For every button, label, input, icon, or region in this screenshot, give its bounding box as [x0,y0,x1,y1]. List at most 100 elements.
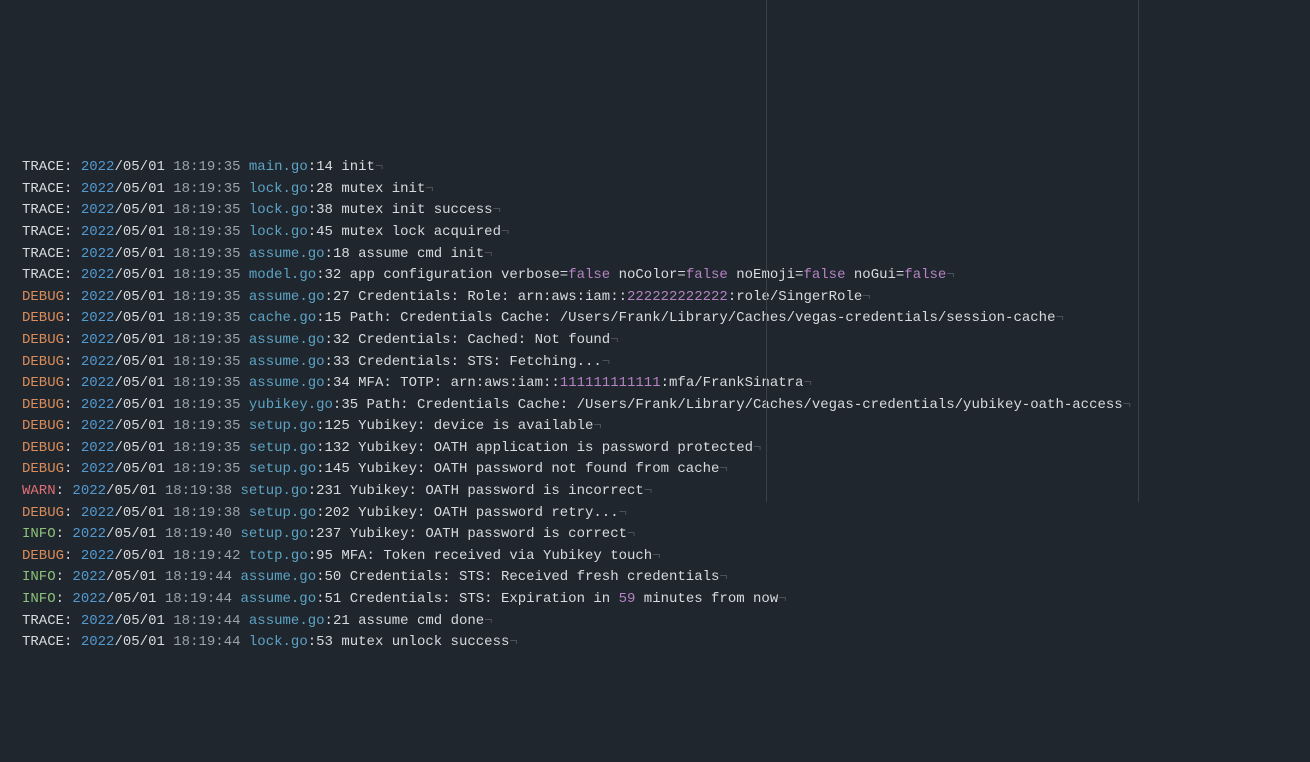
eol-icon: ¬ [619,505,627,521]
log-time: 18:19:35 [173,289,240,305]
eol-icon: ¬ [644,483,652,499]
log-file: assume.go [249,354,325,370]
log-level: TRACE [22,159,64,175]
log-level: TRACE [22,634,64,650]
log-lineno: 51 [325,591,342,607]
log-line: TRACE: 2022/05/01 18:19:35 lock.go:45 mu… [22,222,1310,244]
log-day: 01 [148,548,165,564]
log-lineno: 53 [316,634,333,650]
log-msg: false [568,267,610,283]
log-level: TRACE [22,267,64,283]
log-msg: assume cmd init [358,246,484,262]
log-line: DEBUG: 2022/05/01 18:19:42 totp.go:95 MF… [22,546,1310,568]
log-line: WARN: 2022/05/01 18:19:38 setup.go:231 Y… [22,481,1310,503]
log-level: DEBUG [22,332,64,348]
log-month: 05 [114,526,131,542]
log-msg: Yubikey: OATH password not found from ca… [358,461,719,477]
log-msg: :mfa/FrankSinatra [661,375,804,391]
log-output: TRACE: 2022/05/01 18:19:35 main.go:14 in… [22,157,1310,654]
log-month: 05 [123,332,140,348]
log-level: INFO [22,591,56,607]
eol-icon: ¬ [778,591,786,607]
eol-icon: ¬ [593,418,601,434]
log-level: DEBUG [22,440,64,456]
log-level: INFO [22,569,56,585]
log-month: 05 [123,461,140,477]
log-msg: Credentials: STS: Fetching... [358,354,602,370]
eol-icon: ¬ [946,267,954,283]
log-time: 18:19:44 [165,591,232,607]
log-year: 2022 [81,246,115,262]
log-msg: assume cmd done [358,613,484,629]
log-time: 18:19:35 [173,246,240,262]
log-time: 18:19:44 [165,569,232,585]
log-day: 01 [148,224,165,240]
log-year: 2022 [81,548,115,564]
log-msg: MFA: Token received via Yubikey touch [341,548,652,564]
log-file: setup.go [249,505,316,521]
log-file: setup.go [249,440,316,456]
log-msg: Credentials: Role: arn:aws:iam:: [358,289,627,305]
eol-icon: ¬ [1123,397,1131,413]
log-file: assume.go [241,569,317,585]
log-line: INFO: 2022/05/01 18:19:44 assume.go:51 C… [22,589,1310,611]
log-level: WARN [22,483,56,499]
log-time: 18:19:44 [173,634,240,650]
log-level: DEBUG [22,289,64,305]
log-line: TRACE: 2022/05/01 18:19:35 lock.go:38 mu… [22,200,1310,222]
log-msg: Credentials: Cached: Not found [358,332,610,348]
log-year: 2022 [81,375,115,391]
log-lineno: 38 [316,202,333,218]
log-file: lock.go [249,634,308,650]
log-msg: :role/SingerRole [728,289,862,305]
log-year: 2022 [81,418,115,434]
log-file: setup.go [241,526,308,542]
log-day: 01 [148,159,165,175]
eol-icon: ¬ [719,461,727,477]
log-msg: minutes from now [635,591,778,607]
log-month: 05 [123,397,140,413]
log-month: 05 [123,224,140,240]
log-time: 18:19:35 [173,440,240,456]
log-msg: noGui= [845,267,904,283]
log-line: TRACE: 2022/05/01 18:19:35 main.go:14 in… [22,157,1310,179]
log-file: setup.go [249,461,316,477]
log-msg: app configuration verbose= [350,267,568,283]
log-level: DEBUG [22,375,64,391]
log-level: DEBUG [22,310,64,326]
log-lineno: 28 [316,181,333,197]
log-msg: false [803,267,845,283]
log-year: 2022 [81,440,115,456]
log-month: 05 [123,505,140,521]
log-msg: MFA: TOTP: arn:aws:iam:: [358,375,560,391]
log-level: DEBUG [22,354,64,370]
eol-icon: ¬ [501,224,509,240]
log-msg: Yubikey: OATH application is password pr… [358,440,753,456]
log-level: DEBUG [22,397,64,413]
log-msg: false [686,267,728,283]
log-line: DEBUG: 2022/05/01 18:19:35 assume.go:32 … [22,330,1310,352]
log-year: 2022 [81,267,115,283]
log-msg: mutex unlock success [341,634,509,650]
log-day: 01 [148,461,165,477]
log-day: 01 [140,591,157,607]
log-day: 01 [140,526,157,542]
log-month: 05 [114,569,131,585]
log-time: 18:19:35 [173,397,240,413]
log-year: 2022 [81,461,115,477]
eol-icon: ¬ [862,289,870,305]
log-file: assume.go [241,591,317,607]
log-lineno: 34 [333,375,350,391]
log-file: lock.go [249,202,308,218]
log-month: 05 [123,202,140,218]
log-file: assume.go [249,613,325,629]
log-day: 01 [140,483,157,499]
log-lineno: 95 [316,548,333,564]
log-lineno: 14 [316,159,333,175]
log-lineno: 32 [333,332,350,348]
log-line: TRACE: 2022/05/01 18:19:35 model.go:32 a… [22,265,1310,287]
log-line: TRACE: 2022/05/01 18:19:35 assume.go:18 … [22,244,1310,266]
log-msg: Yubikey: device is available [358,418,593,434]
log-msg: Path: Credentials Cache: /Users/Frank/Li… [350,310,1056,326]
log-line: DEBUG: 2022/05/01 18:19:38 setup.go:202 … [22,503,1310,525]
